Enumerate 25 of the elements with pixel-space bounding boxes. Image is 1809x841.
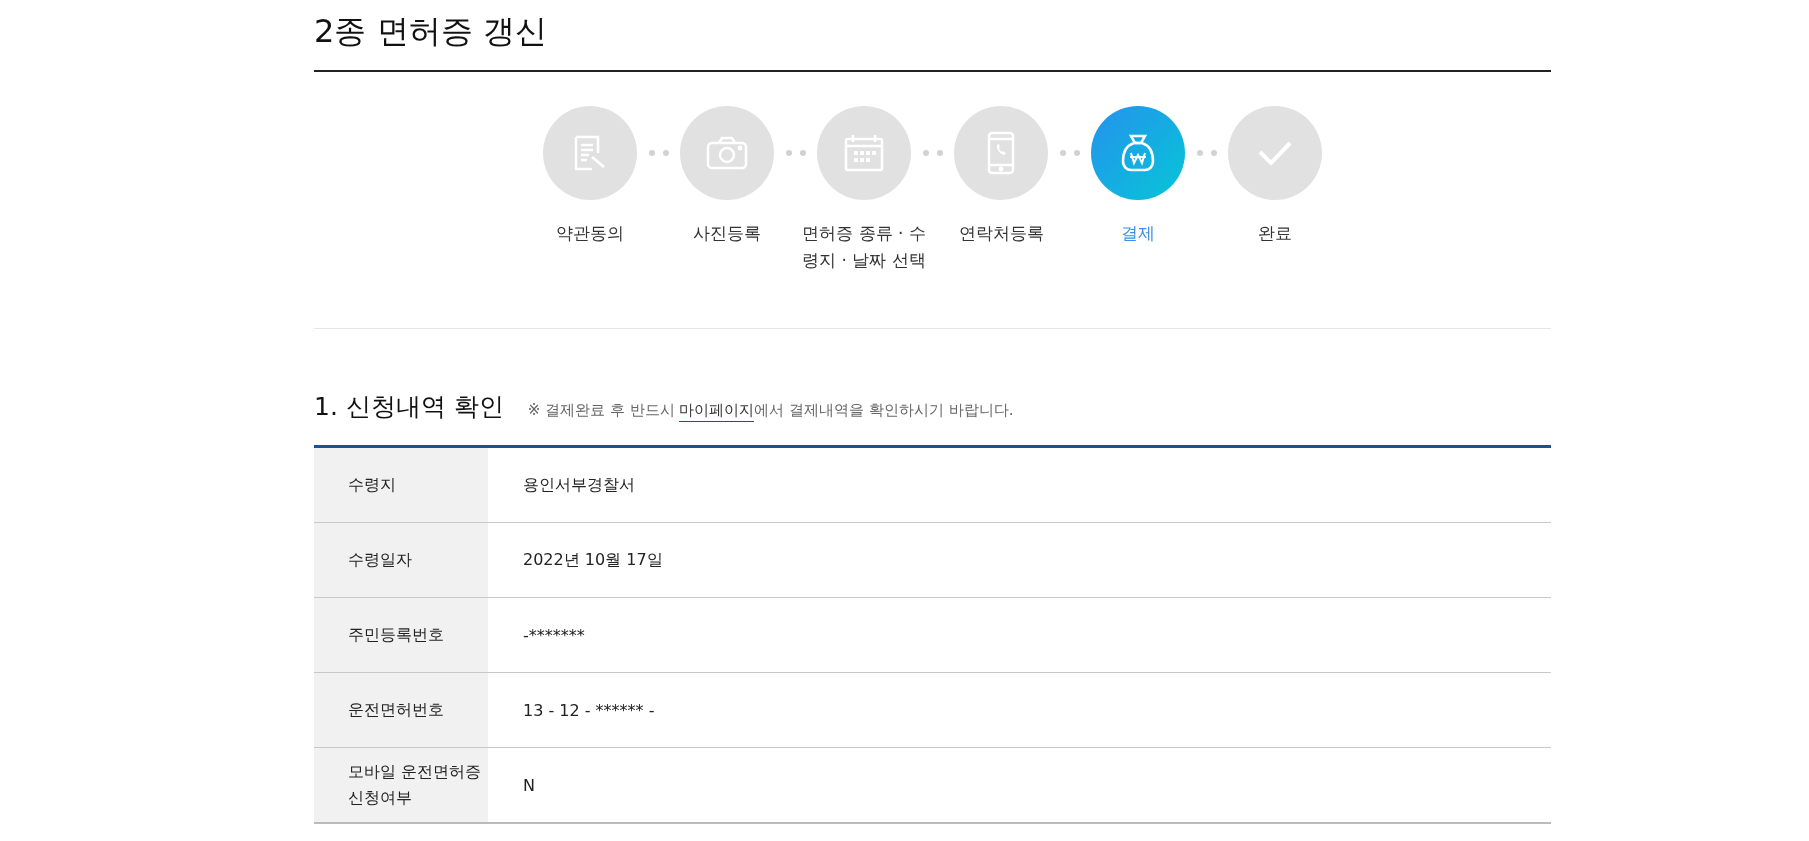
value-cell-text: 용인서부경찰서 [522,473,635,496]
phone-icon [987,131,1015,175]
step-label: 결제 [1120,222,1156,245]
value-cell-text: 2022년 10월 17일 [522,548,663,571]
value-cell-text: -******* [522,624,585,647]
notice-text: ※ 결제완료 후 반드시 마이페이지에서 결제내역을 확인하시기 바랍니다. [527,401,1014,420]
step-label: 연락처등록 [957,222,1045,245]
section-title: 1. 신청내역 확인 [314,391,504,423]
money-bag-icon [1120,134,1156,172]
value-cell-text: 13 - 12 - ****** - [522,699,655,722]
row-header-cell: 수령일자 [314,523,488,597]
row-header-cell: 수령지 [314,448,488,522]
step-label: 사진등록 [692,222,762,245]
calendar-icon [843,133,885,173]
step-label: 면허증 종류 · 수령지 · 날짜 선택 [801,222,927,272]
row-header-cell: 주민등록번호 [314,598,488,672]
value-cell-text: N [522,774,535,797]
step-label: 약관동의 [555,222,625,245]
camera-icon [705,135,749,171]
step-label: 완료 [1257,222,1293,245]
row-header-cell: 운전면허번호 [314,673,488,747]
page-title: 2종 면허증 갱신 [314,11,548,52]
mypage-link[interactable]: 마이페이지 [679,401,755,422]
row-header-cell: 모바일 운전면허증 신청여부 [314,748,488,822]
check-icon [1257,139,1293,167]
